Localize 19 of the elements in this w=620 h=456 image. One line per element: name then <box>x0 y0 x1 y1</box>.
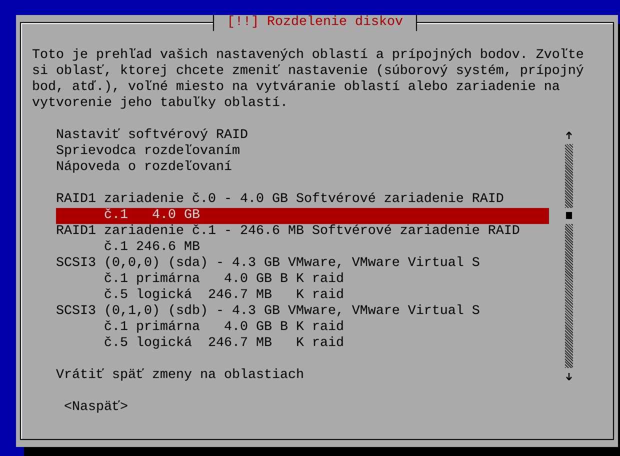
menu-item[interactable]: RAID1 zariadenie č.0 - 4.0 GB Softvérové zariadenie RAID <box>56 192 549 208</box>
intro-text: Toto je prehľad vašich nastavených oblastí a prípojných bodov. Zvoľte si oblasť, ktorej chcete zmeniť nastavenie (súborový systém, prípojný bod, atď.), voľné miesto na vytváranie oblastí alebo zariadenie na vytvorenie jeho tabuľky oblastí. <box>32 48 585 112</box>
menu-item[interactable]: Vrátiť späť zmeny na oblastiach <box>56 368 549 384</box>
menu-item[interactable]: SCSI3 (0,0,0) (sda) - 4.3 GB VMware, VMware Virtual S <box>56 256 549 272</box>
menu-item[interactable]: č.5 logická 246.7 MB K raid <box>56 288 549 304</box>
menu-item[interactable]: č.1 primárna 4.0 GB B K raid <box>56 272 549 288</box>
menu-item[interactable]: Nápoveda o rozdeľovaní <box>56 160 549 176</box>
menu-item[interactable]: č.1 246.6 MB <box>56 240 549 256</box>
menu-item[interactable]: SCSI3 (0,1,0) (sdb) - 4.3 GB VMware, VMware Virtual S <box>56 304 549 320</box>
menu-item[interactable]: Sprievodca rozdeľovaním <box>56 144 549 160</box>
menu-item[interactable]: č.5 logická 246.7 MB K raid <box>56 336 549 352</box>
back-button[interactable]: <Naspäť> <box>64 400 128 416</box>
scrollbar-thumb[interactable] <box>566 212 572 219</box>
menu-item[interactable]: Nastaviť softvérový RAID <box>56 128 549 144</box>
scrollbar-track <box>565 144 573 208</box>
menu-item[interactable]: č.1 primárna 4.0 GB B K raid <box>56 320 549 336</box>
menu-item[interactable]: č.1 4.0 GB <box>56 208 549 224</box>
dialog-title: [!!] Rozdelenie diskov <box>213 15 417 31</box>
menu-item[interactable]: RAID1 zariadenie č.1 - 246.6 MB Softvérové zariadenie RAID <box>56 224 549 240</box>
